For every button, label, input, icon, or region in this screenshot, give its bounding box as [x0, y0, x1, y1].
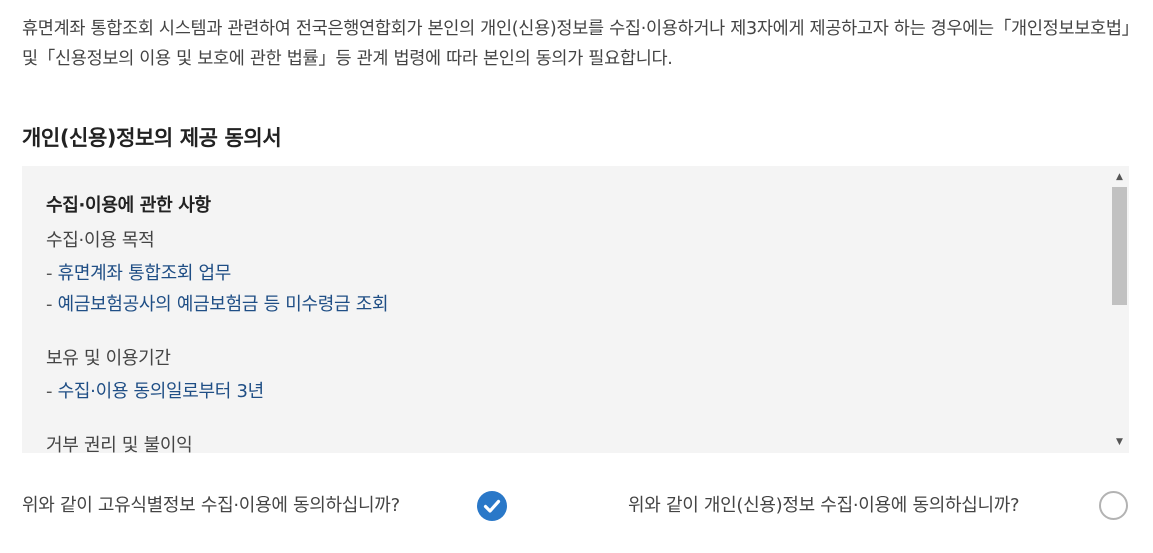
question-personal-credit-consent: 위와 같이 개인(신용)정보 수집·이용에 동의하십니까? — [628, 495, 1020, 516]
checked-circle-icon[interactable] — [477, 491, 507, 521]
dash-mark: - — [46, 294, 58, 315]
scroll-up-arrow-icon[interactable]: ▲ — [1110, 168, 1129, 186]
intro-text: 휴면계좌 통합조회 시스템과 관련하여 전국은행연합회가 본인의 개인(신용)정… — [22, 19, 1131, 69]
purpose-item-text: 예금보험공사의 예금보험금 등 미수령금 조회 — [57, 294, 389, 315]
purpose-item-text: 휴면계좌 통합조회 업무 — [57, 263, 232, 284]
period-item-text: 수집·이용 동의일로부터 3년 — [57, 381, 265, 402]
question-unique-id-consent: 위와 같이 고유식별정보 수집·이용에 동의하십니까? — [22, 495, 400, 516]
scroll-down-arrow-icon[interactable]: ▼ — [1110, 433, 1129, 451]
period-label: 보유 및 이용기간 — [46, 348, 171, 369]
unchecked-circle-icon[interactable] — [1099, 491, 1128, 520]
dash-mark: - — [46, 263, 58, 284]
consent-heading: 수집·이용에 관한 사항 — [46, 195, 211, 216]
purpose-label: 수집·이용 목적 — [46, 230, 155, 251]
scroll-thumb[interactable] — [1112, 187, 1127, 305]
consent-scroll-box[interactable]: 수집·이용에 관한 사항 수집·이용 목적 - 휴면계좌 통합조회 업무 - 예… — [22, 166, 1129, 453]
purpose-item: - 휴면계좌 통합조회 업무 — [46, 258, 1096, 289]
scrollbar[interactable]: ▲ ▼ — [1110, 166, 1129, 453]
consent-content: 수집·이용에 관한 사항 수집·이용 목적 - 휴면계좌 통합조회 업무 - 예… — [46, 190, 1096, 453]
period-item: - 수집·이용 동의일로부터 3년 — [46, 376, 1096, 407]
checkmark-icon — [483, 499, 501, 513]
refusal-label: 거부 권리 및 불이익 — [46, 435, 193, 453]
purpose-item: - 예금보험공사의 예금보험금 등 미수령금 조회 — [46, 289, 1096, 320]
dash-mark: - — [46, 381, 58, 402]
section-title: 개인(신용)정보의 제공 동의서 — [22, 126, 282, 150]
